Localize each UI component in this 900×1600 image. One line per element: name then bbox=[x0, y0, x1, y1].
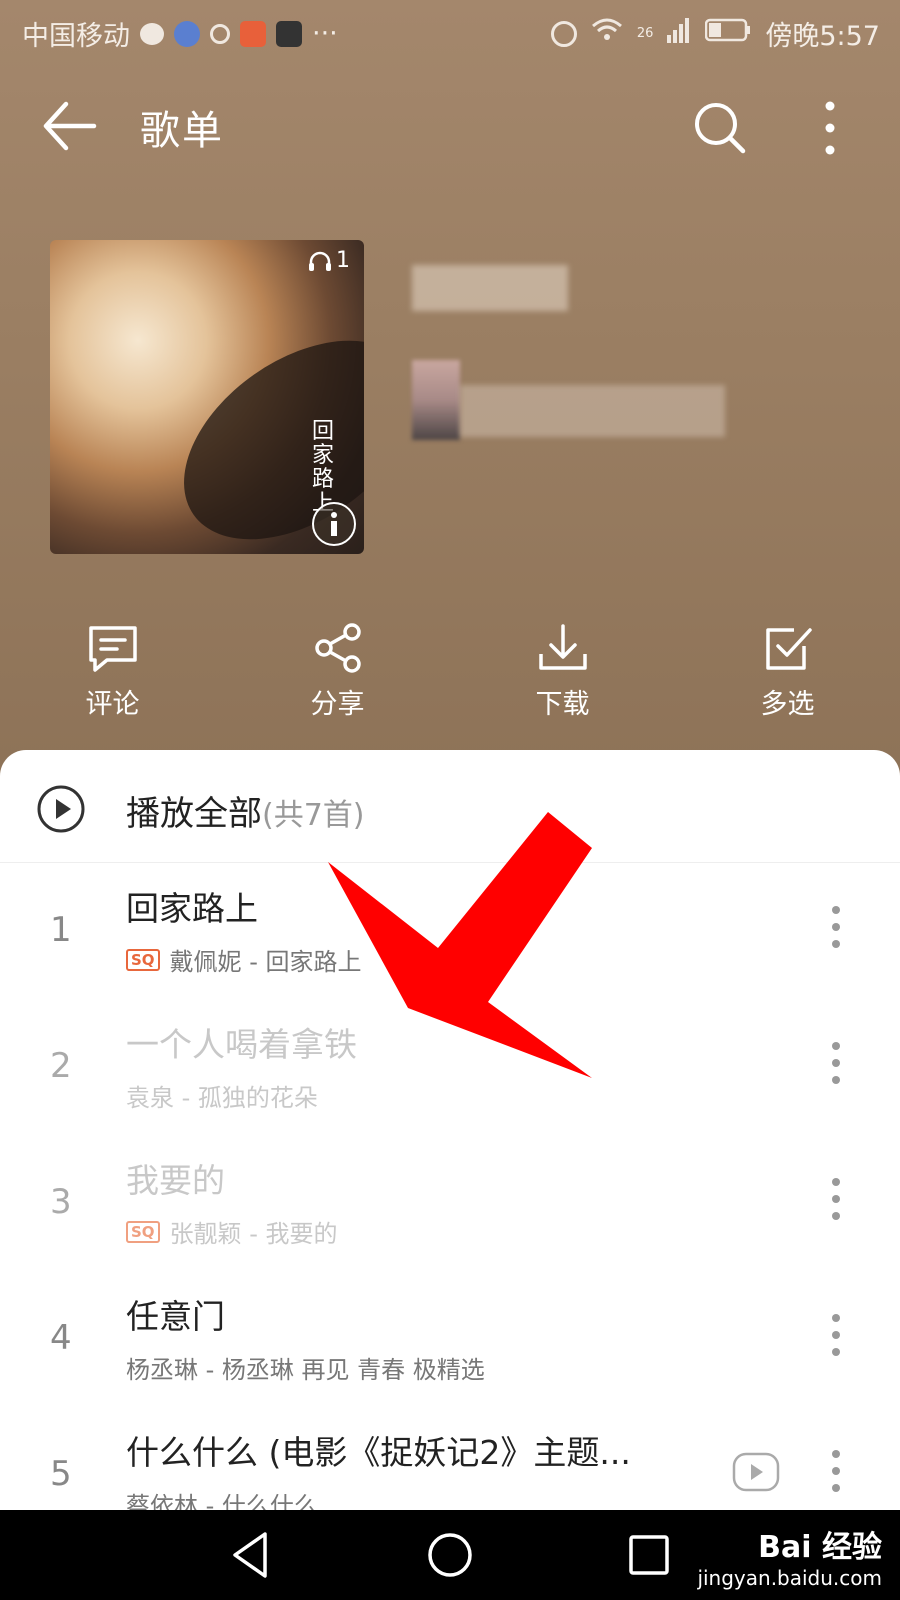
creator-avatar-blurred bbox=[412, 360, 460, 440]
more-notifications: ··· bbox=[312, 18, 338, 49]
mv-play-icon[interactable] bbox=[732, 1452, 780, 1492]
song-subtitle: 戴佩妮 - 回家路上 bbox=[169, 948, 362, 976]
play-all-label: 播放全部(共7首) bbox=[126, 786, 365, 835]
song-subtitle-row: 蔡依林 - 什么什么 bbox=[126, 1486, 318, 1510]
signal-icon bbox=[667, 17, 691, 50]
search-icon[interactable] bbox=[692, 100, 748, 156]
song-index: 5 bbox=[50, 1454, 72, 1494]
comment-label: 评论 bbox=[85, 689, 140, 720]
play-all-row[interactable]: 播放全部(共7首) bbox=[0, 750, 900, 863]
multi-select-button[interactable]: 多选 bbox=[675, 620, 900, 730]
song-index: 4 bbox=[50, 1318, 72, 1358]
song-subtitle: 蔡依林 - 什么什么 bbox=[126, 1492, 318, 1510]
song-row[interactable]: 5 什么什么 (电影《捉妖记2》主题... 蔡依林 - 什么什么 bbox=[0, 1408, 900, 1510]
song-title: 回家路上 bbox=[126, 889, 258, 928]
song-row[interactable]: 1 回家路上 SQ 戴佩妮 - 回家路上 bbox=[0, 864, 900, 1000]
sq-badge: SQ bbox=[126, 948, 160, 971]
song-title: 任意门 bbox=[126, 1297, 225, 1336]
song-more-icon[interactable] bbox=[830, 1176, 842, 1222]
page-title: 歌单 bbox=[140, 108, 224, 154]
song-count: (共7首) bbox=[262, 798, 365, 833]
song-more-icon[interactable] bbox=[830, 1040, 842, 1086]
video-app-icon bbox=[240, 20, 266, 47]
chat-notification-icon bbox=[140, 22, 164, 45]
sq-badge: SQ bbox=[126, 1220, 160, 1243]
nav-back-icon[interactable] bbox=[225, 1528, 279, 1582]
status-bar: 中国移动 ··· 26 傍晚5:57 bbox=[0, 0, 900, 62]
song-subtitle-row: 袁泉 - 孤独的花朵 bbox=[126, 1078, 318, 1113]
nav-home-icon[interactable] bbox=[423, 1528, 477, 1582]
song-subtitle-row: 杨丞琳 - 杨丞琳 再见 青春 极精选 bbox=[126, 1350, 485, 1385]
network-type: 26 bbox=[636, 26, 654, 41]
download-label: 下载 bbox=[535, 689, 590, 720]
headphone-icon bbox=[309, 251, 331, 271]
navigation-bar: Bai 经验 jingyan.baidu.com bbox=[0, 1510, 900, 1600]
share-button[interactable]: 分享 bbox=[225, 620, 450, 730]
song-index: 1 bbox=[50, 910, 72, 950]
multi-select-icon bbox=[765, 628, 812, 670]
more-options-icon[interactable] bbox=[820, 98, 840, 158]
song-row[interactable]: 4 任意门 杨丞琳 - 杨丞琳 再见 青春 极精选 bbox=[0, 1272, 900, 1408]
song-more-icon[interactable] bbox=[830, 904, 842, 950]
song-list-sheet: 播放全部(共7首) 1 回家路上 SQ 戴佩妮 - 回家路上 2 一个人喝着拿铁… bbox=[0, 750, 900, 1510]
back-arrow-icon[interactable] bbox=[40, 100, 100, 152]
soul-app-icon bbox=[276, 20, 302, 47]
listen-count: 1 bbox=[308, 248, 350, 273]
app-notification-icon bbox=[174, 20, 200, 47]
song-index: 2 bbox=[50, 1046, 72, 1086]
download-icon bbox=[538, 624, 587, 670]
creator-name-blurred bbox=[460, 385, 725, 437]
song-more-icon[interactable] bbox=[830, 1312, 842, 1358]
share-icon bbox=[314, 623, 361, 673]
share-label: 分享 bbox=[310, 689, 365, 720]
song-more-icon[interactable] bbox=[830, 1448, 842, 1494]
song-subtitle-row: SQ 戴佩妮 - 回家路上 bbox=[126, 942, 361, 977]
watermark-brand: Bai 经验 bbox=[758, 1530, 882, 1565]
song-index: 3 bbox=[50, 1182, 72, 1222]
song-title: 一个人喝着拿铁 bbox=[126, 1025, 357, 1064]
playlist-cover[interactable]: 1 回家路上 bbox=[50, 240, 364, 554]
song-subtitle-row: SQ 张靓颖 - 我要的 bbox=[126, 1214, 337, 1249]
playlist-name-blurred bbox=[412, 265, 568, 311]
play-circle-icon[interactable] bbox=[36, 784, 86, 834]
comment-icon bbox=[88, 626, 137, 672]
multi-select-label: 多选 bbox=[760, 689, 815, 720]
battery-icon bbox=[705, 18, 751, 49]
song-subtitle: 杨丞琳 - 杨丞琳 再见 青春 极精选 bbox=[126, 1356, 485, 1384]
song-subtitle: 张靓颖 - 我要的 bbox=[169, 1220, 338, 1248]
key-icon bbox=[210, 23, 230, 44]
listen-count-value: 1 bbox=[336, 248, 350, 273]
comment-button[interactable]: 评论 bbox=[0, 620, 225, 730]
watermark: Bai 经验 jingyan.baidu.com bbox=[697, 1522, 882, 1590]
download-button[interactable]: 下载 bbox=[450, 620, 675, 730]
info-icon[interactable] bbox=[312, 502, 356, 546]
song-row[interactable]: 2 一个人喝着拿铁 袁泉 - 孤独的花朵 bbox=[0, 1000, 900, 1136]
carrier-label: 中国移动 bbox=[22, 21, 130, 52]
song-row[interactable]: 3 我要的 SQ 张靓颖 - 我要的 bbox=[0, 1136, 900, 1272]
play-all-text: 播放全部 bbox=[126, 794, 262, 834]
song-title: 我要的 bbox=[126, 1161, 225, 1200]
watermark-url: jingyan.baidu.com bbox=[697, 1566, 882, 1590]
wifi-icon bbox=[591, 17, 623, 50]
app-bar: 歌单 bbox=[0, 80, 900, 170]
nav-recents-icon[interactable] bbox=[622, 1528, 676, 1582]
song-title: 什么什么 (电影《捉妖记2》主题... bbox=[126, 1433, 631, 1472]
alarm-icon bbox=[550, 20, 577, 47]
song-subtitle: 袁泉 - 孤独的花朵 bbox=[126, 1084, 318, 1112]
clock: 傍晚5:57 bbox=[765, 21, 880, 52]
action-bar: 评论 分享 下载 多选 bbox=[0, 620, 900, 730]
